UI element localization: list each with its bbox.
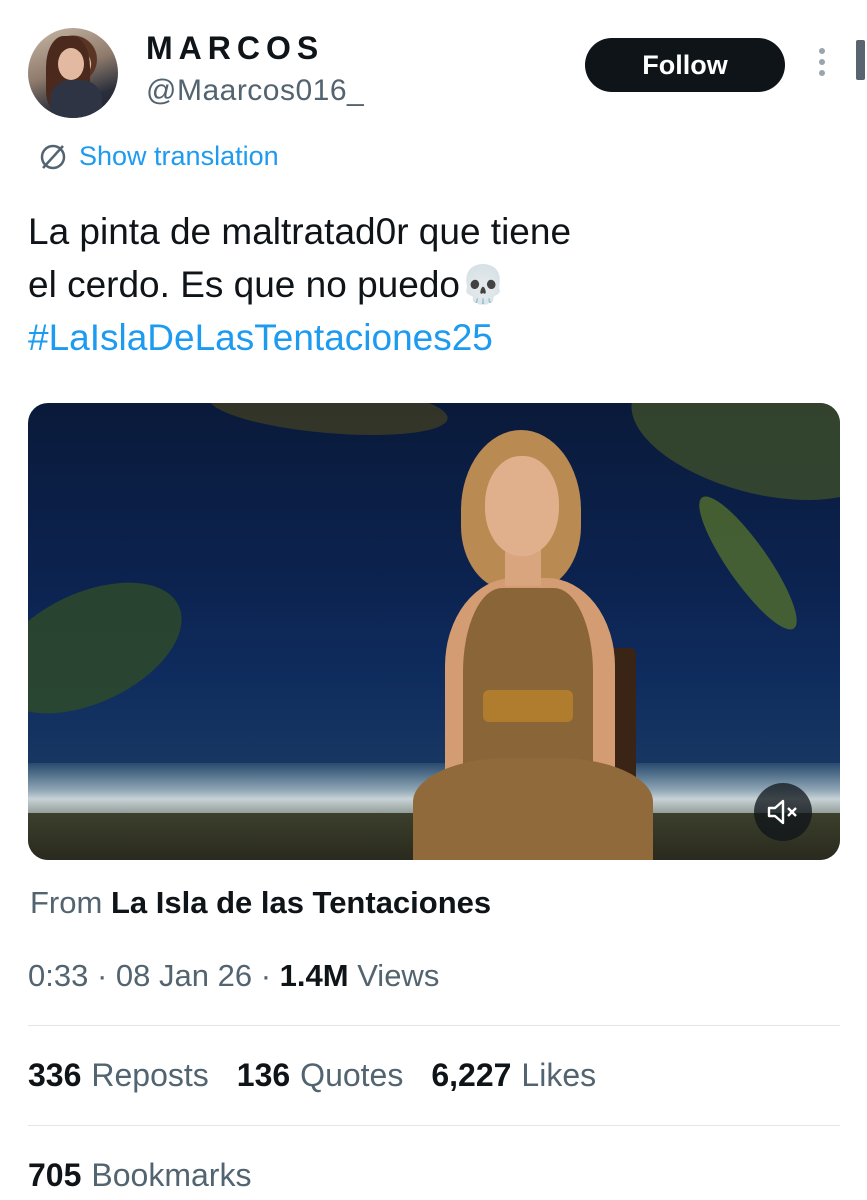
quotes-stat[interactable]: 136 Quotes xyxy=(237,1057,404,1094)
avatar[interactable] xyxy=(28,28,118,118)
scrollbar[interactable] xyxy=(856,40,865,80)
speaker-muted-icon xyxy=(767,799,797,825)
mute-button[interactable] xyxy=(754,783,812,841)
tweet-meta: 0:33 · 08 Jan 26 · 1.4M Views xyxy=(28,958,440,993)
views-label: Views xyxy=(357,958,440,993)
translate-icon xyxy=(40,144,66,170)
divider xyxy=(28,1125,840,1126)
divider xyxy=(28,1025,840,1026)
hashtag-link[interactable]: #LaIslaDeLasTentaciones25 xyxy=(28,311,828,364)
more-options-icon[interactable] xyxy=(812,48,832,82)
video-source-name[interactable]: La Isla de las Tentaciones xyxy=(111,885,491,920)
video-subject xyxy=(413,428,653,860)
tweet-date[interactable]: 08 Jan 26 xyxy=(116,958,252,993)
video-player[interactable] xyxy=(28,403,840,860)
video-duration: 0:33 xyxy=(28,958,89,993)
video-source: From La Isla de las Tentaciones xyxy=(30,885,491,921)
tweet-text-line-2: el cerdo. Es que no puedo xyxy=(28,264,460,305)
reposts-stat[interactable]: 336 Reposts xyxy=(28,1057,209,1094)
display-name[interactable]: MARCOS xyxy=(146,30,324,67)
skull-emoji: 💀 xyxy=(460,264,507,305)
likes-stat[interactable]: 6,227 Likes xyxy=(431,1057,596,1094)
tweet-text: La pinta de maltratad0r que tiene el cer… xyxy=(28,205,828,364)
bookmarks-stat[interactable]: 705 Bookmarks xyxy=(28,1157,251,1194)
video-source-prefix: From xyxy=(30,885,103,920)
show-translation-link[interactable]: Show translation xyxy=(79,141,279,172)
engagement-stats: 336 Reposts 136 Quotes 6,227 Likes xyxy=(28,1057,596,1094)
views-count: 1.4M xyxy=(279,958,349,993)
user-handle[interactable]: @Maarcos016_ xyxy=(146,74,364,108)
tweet-text-line-1: La pinta de maltratad0r que tiene xyxy=(28,211,572,252)
follow-button[interactable]: Follow xyxy=(585,38,785,92)
